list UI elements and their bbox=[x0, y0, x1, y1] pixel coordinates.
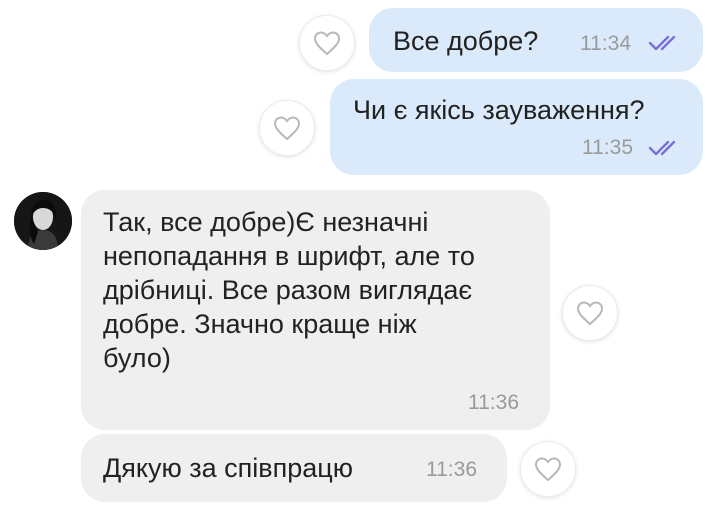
double-check-icon bbox=[648, 140, 676, 156]
like-button[interactable] bbox=[520, 441, 576, 497]
message-time: 11:35 bbox=[582, 136, 633, 159]
like-button[interactable] bbox=[299, 15, 355, 71]
message-bubble-outgoing[interactable]: Все добре? 11:34 bbox=[369, 8, 703, 72]
message-text: Дякую за співпрацю bbox=[103, 453, 354, 483]
message-time: 11:34 bbox=[580, 32, 631, 55]
like-button[interactable] bbox=[562, 285, 618, 341]
message-bubble-incoming[interactable]: Дякую за співпрацю 11:36 bbox=[81, 434, 507, 502]
message-bubble-outgoing[interactable]: Чи є якісь зауваження? 11:35 bbox=[330, 79, 703, 175]
heart-icon bbox=[273, 116, 301, 141]
message-text: Чи є якісь зауваження? bbox=[353, 95, 645, 125]
like-button[interactable] bbox=[259, 100, 315, 156]
message-time: 11:36 bbox=[426, 458, 477, 481]
heart-icon bbox=[313, 31, 341, 56]
message-bubble-incoming[interactable]: Так, все добре)Є незначні непопадання в … bbox=[81, 190, 550, 430]
message-time: 11:36 bbox=[468, 391, 519, 414]
heart-icon bbox=[534, 457, 562, 482]
double-check-icon bbox=[648, 35, 676, 51]
message-text: Все добре? bbox=[393, 26, 539, 56]
message-text: Так, все добре)Є незначні непопадання в … bbox=[103, 207, 475, 373]
avatar-image bbox=[14, 192, 72, 250]
heart-icon bbox=[576, 301, 604, 326]
avatar[interactable] bbox=[14, 192, 72, 250]
